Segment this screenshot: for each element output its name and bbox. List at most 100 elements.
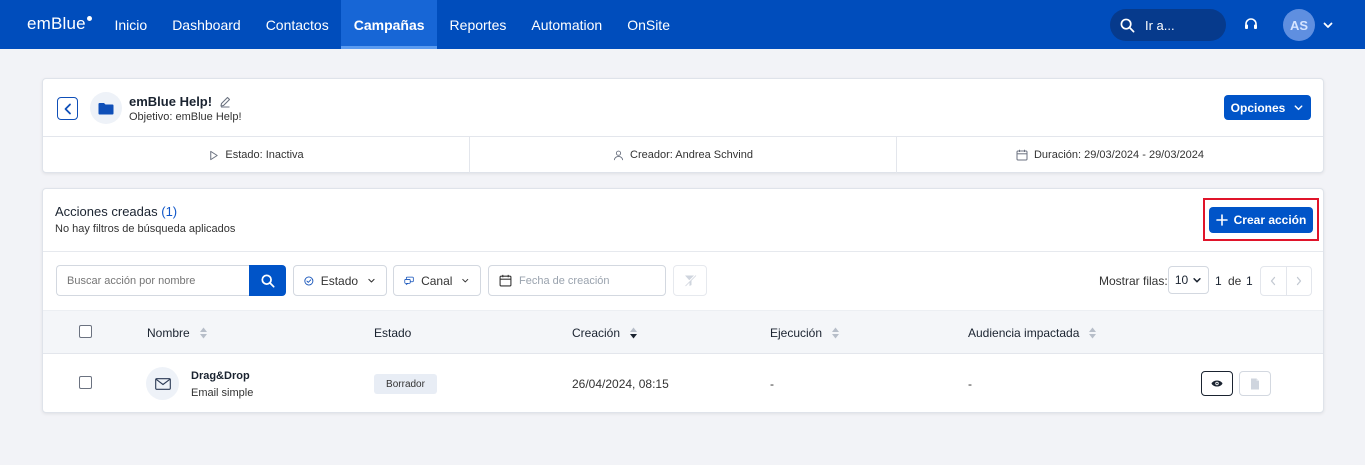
plus-icon: [1215, 214, 1228, 226]
create-action-label: Crear acción: [1233, 213, 1307, 227]
column-header-label: Estado: [374, 326, 412, 340]
campaign-duration: Duración: 29/03/2024 - 29/03/2024: [1033, 149, 1205, 161]
table-header: Nombre Estado Creación Ejecución Audienc…: [43, 310, 1323, 354]
envelope-icon: [154, 377, 171, 390]
action-search-button[interactable]: [249, 265, 286, 296]
chevron-down-icon: [1193, 278, 1201, 283]
campaign-creator-cell: Creador: Andrea Schvind: [470, 137, 897, 173]
pagination-arrows: [1260, 266, 1312, 296]
actions-title-text: Acciones creadas: [55, 204, 158, 219]
page-of-label: de: [1228, 274, 1242, 288]
preview-button[interactable]: [1201, 371, 1233, 396]
canal-filter-dropdown[interactable]: Canal: [393, 265, 481, 296]
nav-item-automation[interactable]: Automation: [519, 0, 615, 49]
action-execution: -: [770, 377, 774, 391]
nav-item-inicio[interactable]: Inicio: [102, 0, 160, 49]
user-avatar[interactable]: AS: [1283, 9, 1315, 41]
actions-card: Acciones creadas (1) No hay filtros de b…: [42, 188, 1324, 413]
back-button[interactable]: [57, 97, 78, 120]
action-name[interactable]: Drag&Drop: [191, 370, 250, 382]
date-filter-input[interactable]: Fecha de creación: [488, 265, 666, 296]
sort-icon: [832, 327, 840, 339]
pencil-edit-icon[interactable]: [219, 96, 231, 108]
date-filter-placeholder: Fecha de creación: [519, 274, 610, 287]
column-header-label: Ejecución: [770, 326, 823, 340]
actions-filter-status: No hay filtros de búsqueda aplicados: [55, 223, 236, 235]
document-icon: [1251, 378, 1259, 389]
folder-avatar: [90, 92, 122, 124]
campaign-status-cell: Estado: Inactiva: [43, 137, 470, 173]
clear-filters-button[interactable]: [673, 265, 707, 296]
next-page-button[interactable]: [1287, 267, 1312, 295]
estado-filter-label: Estado: [320, 273, 359, 288]
search-icon: [1120, 18, 1135, 32]
rows-per-page-label: Mostrar filas:: [1099, 274, 1168, 288]
report-button[interactable]: [1239, 371, 1271, 396]
calendar-icon: [1016, 149, 1028, 161]
actions-count: (1): [161, 204, 178, 219]
create-action-button[interactable]: Crear acción: [1209, 207, 1313, 233]
column-header-creacion[interactable]: Creación: [572, 326, 638, 340]
action-type: Email simple: [191, 387, 254, 399]
rows-per-page-select[interactable]: 10: [1168, 266, 1209, 294]
logo-text: emBlue: [27, 14, 86, 33]
section-divider: [43, 251, 1323, 252]
emblue-logo[interactable]: emBlue: [27, 14, 92, 34]
chevron-left-icon: [1271, 276, 1276, 286]
rows-per-page-value: 10: [1174, 273, 1189, 287]
campaign-status: Estado: Inactiva: [225, 149, 304, 161]
folder-icon: [98, 102, 114, 114]
search-icon: [260, 273, 275, 288]
eye-icon: [1211, 380, 1223, 387]
page-total: 1: [1246, 274, 1253, 288]
global-search-button[interactable]: Ir a...: [1110, 9, 1226, 41]
chevron-left-icon: [64, 103, 71, 114]
page-current: 1: [1215, 274, 1222, 288]
canal-filter-label: Canal: [421, 273, 453, 288]
chevron-right-icon: [1296, 276, 1301, 286]
channel-icon: [404, 276, 414, 285]
top-navigation-bar: emBlue Inicio Dashboard Contactos Campañ…: [0, 0, 1365, 49]
campaign-objective: Objetivo: emBlue Help!: [129, 111, 242, 123]
prev-page-button[interactable]: [1261, 267, 1287, 295]
column-header-ejecucion[interactable]: Ejecución: [770, 326, 840, 340]
nav-item-contactos[interactable]: Contactos: [253, 0, 341, 49]
table-row[interactable]: Drag&Drop Email simple Borrador 26/04/20…: [43, 354, 1323, 412]
action-search-input[interactable]: [56, 265, 249, 296]
sort-icon: [199, 327, 207, 339]
campaign-info-row: Estado: Inactiva Creador: Andrea Schvind…: [43, 136, 1323, 173]
actions-title: Acciones creadas (1): [55, 204, 177, 219]
logo-dot: [86, 16, 92, 21]
column-header-audiencia[interactable]: Audiencia impactada: [968, 326, 1097, 340]
check-circle-icon: [304, 276, 314, 285]
filter-clear-icon: [684, 274, 696, 287]
chevron-down-icon[interactable]: [1322, 19, 1334, 31]
sort-icon: [1089, 327, 1097, 339]
global-search-label: Ir a...: [1145, 17, 1175, 33]
play-icon: [210, 150, 219, 160]
main-nav: Inicio Dashboard Contactos Campañas Repo…: [102, 0, 683, 49]
row-checkbox[interactable]: [79, 376, 92, 389]
nav-item-onsite[interactable]: OnSite: [615, 0, 683, 49]
nav-item-campanas[interactable]: Campañas: [341, 0, 438, 49]
column-header-label: Nombre: [147, 326, 190, 340]
chevron-down-icon: [1294, 105, 1303, 111]
campaign-title: emBlue Help!: [129, 94, 231, 109]
column-header-nombre[interactable]: Nombre: [147, 326, 208, 340]
calendar-icon: [499, 274, 512, 287]
headset-icon[interactable]: [1243, 16, 1259, 32]
campaign-header-card: emBlue Help! Objetivo: emBlue Help! Opci…: [42, 78, 1324, 173]
sort-desc-icon: [630, 327, 638, 339]
select-all-checkbox[interactable]: [79, 325, 92, 338]
chevron-down-icon: [368, 278, 375, 283]
campaign-duration-cell: Duración: 29/03/2024 - 29/03/2024: [897, 137, 1323, 173]
options-dropdown-button[interactable]: Opciones: [1224, 95, 1311, 120]
column-header-label: Audiencia impactada: [968, 326, 1080, 340]
nav-item-dashboard[interactable]: Dashboard: [160, 0, 254, 49]
nav-item-reportes[interactable]: Reportes: [437, 0, 519, 49]
estado-filter-dropdown[interactable]: Estado: [293, 265, 387, 296]
campaign-title-text: emBlue Help!: [129, 94, 213, 109]
email-avatar: [146, 367, 179, 400]
action-created: 26/04/2024, 08:15: [572, 377, 669, 391]
chevron-down-icon: [462, 278, 469, 283]
